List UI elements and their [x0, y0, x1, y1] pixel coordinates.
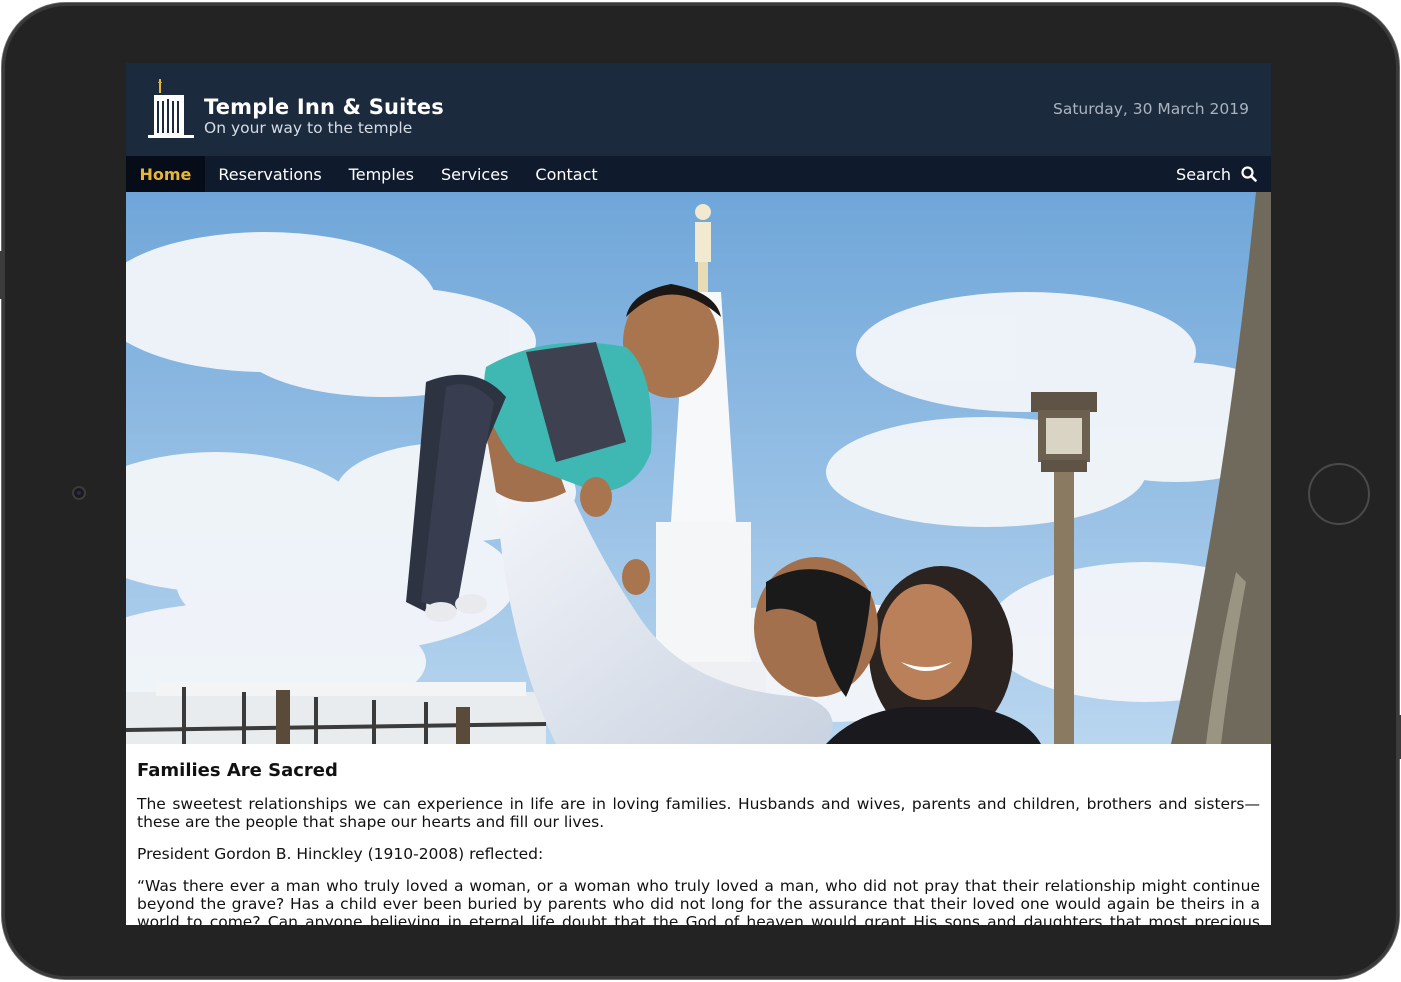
side-button	[1397, 715, 1401, 759]
volume-button	[0, 251, 4, 299]
search-label: Search	[1176, 164, 1231, 184]
current-date: Saturday, 30 March 2019	[1053, 100, 1249, 118]
site-header: Temple Inn & Suites On your way to the t…	[126, 63, 1271, 156]
search-icon	[1241, 166, 1257, 182]
site-tagline: On your way to the temple	[204, 119, 413, 137]
nav-item-temples[interactable]: Temples	[335, 156, 427, 192]
article-heading: Families Are Sacred	[137, 760, 338, 781]
camera-icon	[72, 486, 86, 500]
hero-image	[126, 192, 1271, 744]
site-title[interactable]: Temple Inn & Suites	[204, 95, 444, 119]
article-quote: “Was there ever a man who truly loved a …	[137, 877, 1260, 925]
temple-logo-icon[interactable]	[146, 77, 196, 141]
article-paragraph: The sweetest relationships we can experi…	[137, 795, 1260, 831]
home-button[interactable]	[1308, 463, 1370, 525]
nav-item-contact[interactable]: Contact	[522, 156, 611, 192]
family-photo-image	[126, 192, 1271, 744]
nav-item-services[interactable]: Services	[427, 156, 521, 192]
nav-item-reservations[interactable]: Reservations	[205, 156, 335, 192]
browser-screen: Temple Inn & Suites On your way to the t…	[126, 63, 1271, 925]
article: Families Are Sacred The sweetest relatio…	[126, 760, 1271, 925]
article-paragraph: President Gordon B. Hinckley (1910-2008)…	[137, 845, 544, 863]
nav-item-home[interactable]: Home	[126, 156, 205, 192]
search-button[interactable]: Search	[1176, 156, 1257, 192]
main-nav: Home Reservations Temples Services Conta…	[126, 156, 1271, 192]
